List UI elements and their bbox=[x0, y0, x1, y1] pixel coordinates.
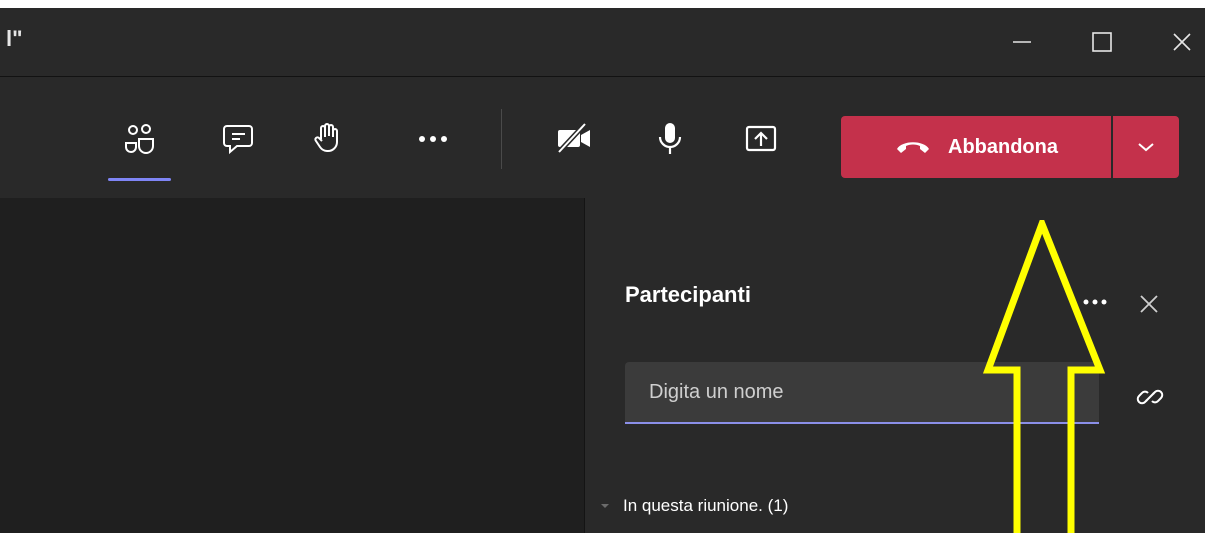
microphone-button[interactable] bbox=[642, 111, 698, 167]
hang-up-icon bbox=[897, 142, 929, 153]
chat-button[interactable] bbox=[210, 111, 266, 167]
meeting-stage bbox=[0, 198, 583, 533]
teams-meeting-window: l" Abbandona Partecipanti Digita un nome… bbox=[0, 8, 1205, 533]
people-icon bbox=[125, 124, 154, 154]
in-meeting-section-header[interactable]: In questa riunione. (1) bbox=[599, 496, 788, 516]
share-invite-button[interactable] bbox=[1133, 380, 1167, 414]
maximize-icon bbox=[1092, 32, 1112, 52]
close-icon bbox=[1140, 295, 1158, 313]
section-label: In questa riunione. (1) bbox=[623, 496, 789, 515]
participants-panel: Partecipanti In questa riunione. (1) bbox=[584, 198, 1205, 533]
participant-search-input[interactable] bbox=[625, 362, 1099, 424]
leave-label: Abbandona bbox=[948, 135, 1058, 158]
close-icon bbox=[1173, 33, 1191, 51]
meeting-toolbar: Abbandona bbox=[0, 77, 1205, 198]
panel-more-button[interactable] bbox=[1081, 288, 1111, 312]
active-tab-indicator bbox=[108, 178, 171, 181]
maximize-button[interactable] bbox=[1082, 22, 1122, 62]
panel-close-button[interactable] bbox=[1135, 290, 1163, 318]
leave-options-dropdown[interactable] bbox=[1113, 116, 1179, 178]
minimize-button[interactable] bbox=[1002, 22, 1042, 62]
camera-off-icon bbox=[557, 122, 590, 154]
more-icon bbox=[1083, 299, 1107, 305]
hand-icon bbox=[314, 123, 338, 152]
raise-hand-button[interactable] bbox=[300, 111, 356, 167]
close-window-button[interactable] bbox=[1162, 22, 1202, 62]
title-bar: l" bbox=[0, 8, 1205, 77]
chat-icon bbox=[223, 125, 253, 155]
participants-button[interactable] bbox=[112, 111, 168, 167]
more-icon bbox=[419, 136, 447, 142]
chevron-down-icon bbox=[1138, 143, 1154, 152]
microphone-icon bbox=[658, 123, 682, 154]
chevron-down-icon bbox=[601, 504, 609, 508]
panel-title: Partecipanti bbox=[625, 282, 751, 307]
camera-button[interactable] bbox=[546, 111, 602, 167]
window-title: l" bbox=[6, 26, 23, 51]
link-icon bbox=[1136, 389, 1164, 405]
leave-button[interactable]: Abbandona bbox=[841, 116, 1111, 178]
toolbar-separator bbox=[501, 109, 502, 169]
more-options-button[interactable] bbox=[405, 111, 461, 167]
share-screen-icon bbox=[745, 125, 777, 152]
minimize-icon bbox=[1013, 41, 1031, 43]
share-screen-button[interactable] bbox=[733, 111, 789, 167]
